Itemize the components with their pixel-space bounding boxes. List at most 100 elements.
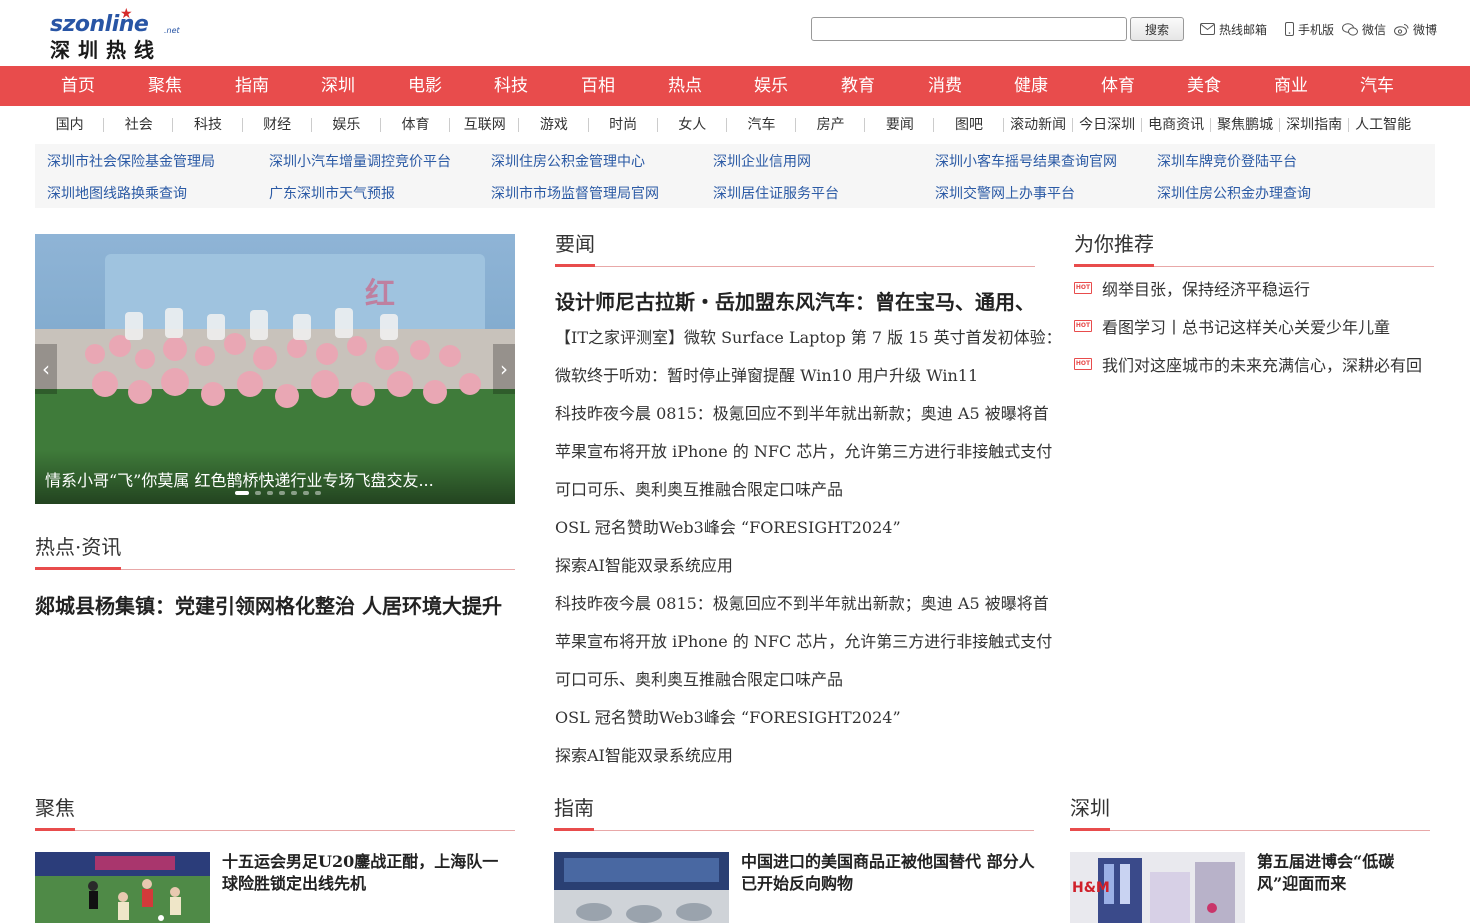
- nav-item-13[interactable]: 美食: [1187, 66, 1221, 106]
- hot-headline[interactable]: 郯城县杨集镇：党建引领网格化整治 人居环境大提升: [35, 590, 515, 619]
- news-section-title: 要闻: [555, 233, 595, 267]
- news-item[interactable]: 微软终于听劝：暂时停止弹窗提醒 Win10 用户升级 Win11: [555, 362, 978, 386]
- subnav-item-19[interactable]: 人工智能: [1349, 110, 1418, 140]
- subnav-item-2[interactable]: 科技: [173, 110, 243, 140]
- quick-link[interactable]: 深圳市市场监督管理局官网: [491, 183, 659, 203]
- focus-section-header: 聚焦: [35, 797, 515, 831]
- quick-link[interactable]: 深圳居住证服务平台: [713, 183, 839, 203]
- subnav-item-9[interactable]: 女人: [658, 110, 728, 140]
- quick-link[interactable]: 深圳交警网上办事平台: [935, 183, 1075, 203]
- slider-caption[interactable]: 情系小哥“飞”你莫属 红色鹊桥快递行业专场飞盘交友...: [45, 467, 434, 491]
- nav-item-14[interactable]: 商业: [1274, 66, 1308, 106]
- hot-section-title: 热点·资讯: [35, 536, 122, 570]
- focus-card-image[interactable]: [35, 852, 210, 923]
- nav-item-3[interactable]: 深圳: [321, 66, 355, 106]
- quick-link[interactable]: 深圳住房公积金办理查询: [1157, 183, 1311, 203]
- news-item[interactable]: OSL 冠名赞助Web3峰会 “FORESIGHT2024”: [555, 704, 901, 728]
- slider-prev-button[interactable]: ‹: [35, 344, 57, 394]
- slider-dot[interactable]: [255, 491, 261, 495]
- search-input[interactable]: [811, 17, 1127, 41]
- news-item[interactable]: 苹果宣布将开放 iPhone 的 NFC 芯片，允许第三方进行非接触式支付: [555, 628, 1052, 652]
- slider-dot[interactable]: [235, 491, 249, 495]
- shenzhen-card-image[interactable]: H&M: [1070, 852, 1245, 923]
- subnav-item-7[interactable]: 游戏: [519, 110, 589, 140]
- slider-next-button[interactable]: ›: [493, 344, 515, 394]
- nav-item-7[interactable]: 热点: [668, 66, 702, 106]
- quick-link[interactable]: 深圳车牌竞价登陆平台: [1157, 151, 1297, 171]
- mail-link-label: 热线邮箱: [1219, 22, 1268, 37]
- subnav-item-8[interactable]: 时尚: [589, 110, 658, 140]
- recommend-item[interactable]: HOT 我们对这座城市的未来充满信心，深耕必有回: [1074, 352, 1422, 376]
- subnav-item-14[interactable]: 滚动新闻: [1004, 110, 1073, 140]
- top-links: 热线邮箱 手机版 微信 微博: [1200, 20, 1445, 38]
- slider-dot[interactable]: [279, 491, 285, 495]
- weibo-link[interactable]: 微博: [1394, 21, 1437, 38]
- subnav-item-15[interactable]: 今日深圳: [1073, 110, 1142, 140]
- mail-link[interactable]: 热线邮箱: [1200, 21, 1267, 38]
- quick-link[interactable]: 深圳小汽车增量调控竞价平台: [269, 151, 451, 171]
- news-item[interactable]: 可口可乐、奥利奥互推融合限定口味产品: [555, 666, 843, 690]
- slider-dot[interactable]: [267, 491, 273, 495]
- wechat-link[interactable]: 微信: [1342, 21, 1386, 38]
- mobile-link[interactable]: 手机版: [1285, 21, 1334, 38]
- subnav-item-11[interactable]: 房产: [796, 110, 866, 140]
- recommend-item[interactable]: HOT 看图学习丨总书记这样关心关爱少年儿童: [1074, 314, 1390, 338]
- site-logo[interactable]: ★ szonline .net 深圳热线: [48, 6, 183, 62]
- nav-item-6[interactable]: 百相: [581, 66, 615, 106]
- subnav-item-16[interactable]: 电商资讯: [1142, 110, 1211, 140]
- quick-link[interactable]: 深圳地图线路换乘查询: [47, 183, 187, 203]
- nav-item-15[interactable]: 汽车: [1360, 66, 1394, 106]
- subnav-item-6[interactable]: 互联网: [450, 110, 520, 140]
- news-item[interactable]: OSL 冠名赞助Web3峰会 “FORESIGHT2024”: [555, 514, 901, 538]
- news-item[interactable]: 苹果宣布将开放 iPhone 的 NFC 芯片，允许第三方进行非接触式支付: [555, 438, 1052, 462]
- slider-dot[interactable]: [315, 491, 321, 495]
- subnav-item-3[interactable]: 财经: [243, 110, 312, 140]
- subnav-item-13[interactable]: 图吧: [934, 110, 1004, 140]
- slider-dots: [235, 491, 327, 495]
- quick-link[interactable]: 深圳企业信用网: [713, 151, 811, 171]
- quick-link[interactable]: 深圳市社会保险基金管理局: [47, 151, 215, 171]
- subnav-item-0[interactable]: 国内: [35, 110, 105, 140]
- news-item[interactable]: 科技昨夜今晨 0815：极氪回应不到半年就出新款；奥迪 A5 被曝将首: [555, 400, 1049, 424]
- nav-item-0[interactable]: 首页: [61, 66, 95, 106]
- nav-item-1[interactable]: 聚焦: [148, 66, 182, 106]
- recommend-section-header: 为你推荐: [1074, 233, 1434, 267]
- nav-item-8[interactable]: 娱乐: [754, 66, 788, 106]
- quick-link[interactable]: 广东深圳市天气预报: [269, 183, 395, 203]
- nav-item-2[interactable]: 指南: [235, 66, 269, 106]
- news-item[interactable]: 探索AI智能双录系统应用: [555, 552, 733, 576]
- nav-item-4[interactable]: 电影: [408, 66, 442, 106]
- guide-card-title[interactable]: 中国进口的美国商品正被他国替代 部分人已开始反向购物: [741, 851, 1036, 895]
- nav-item-5[interactable]: 科技: [494, 66, 528, 106]
- recommend-item[interactable]: HOT 纲举目张，保持经济平稳运行: [1074, 276, 1310, 300]
- quick-link[interactable]: 深圳小客车摇号结果查询官网: [935, 151, 1117, 171]
- nav-item-10[interactable]: 消费: [928, 66, 962, 106]
- slider-dot[interactable]: [303, 491, 309, 495]
- hot-badge-icon: HOT: [1074, 358, 1092, 370]
- subnav-item-4[interactable]: 娱乐: [312, 110, 382, 140]
- subnav-item-5[interactable]: 体育: [381, 110, 451, 140]
- news-item[interactable]: 可口可乐、奥利奥互推融合限定口味产品: [555, 476, 843, 500]
- hot-badge-icon: HOT: [1074, 282, 1092, 294]
- subnav-item-18[interactable]: 深圳指南: [1280, 110, 1349, 140]
- nav-item-12[interactable]: 体育: [1101, 66, 1135, 106]
- guide-card-image[interactable]: [554, 852, 729, 923]
- subnav-item-12[interactable]: 要闻: [865, 110, 935, 140]
- subnav-item-17[interactable]: 聚焦鹏城: [1211, 110, 1280, 140]
- nav-item-9[interactable]: 教育: [841, 66, 875, 106]
- news-item[interactable]: 【IT之家评测室】微软 Surface Laptop 第 7 版 15 英寸首发…: [555, 324, 1062, 348]
- shenzhen-card-title[interactable]: 第五届进博会“低碳风”迎面而来: [1257, 851, 1432, 895]
- subnav-item-1[interactable]: 社会: [104, 110, 174, 140]
- shenzhen-section-header: 深圳: [1070, 797, 1430, 831]
- subnav-item-10[interactable]: 汽车: [727, 110, 797, 140]
- search-button[interactable]: 搜索: [1130, 17, 1184, 41]
- nav-item-11[interactable]: 健康: [1014, 66, 1048, 106]
- weibo-icon: [1394, 23, 1409, 36]
- news-item[interactable]: 探索AI智能双录系统应用: [555, 742, 733, 766]
- news-headline[interactable]: 设计师尼古拉斯・岳加盟东风汽车：曾在宝马、通用、: [555, 286, 1035, 315]
- news-item[interactable]: 科技昨夜今晨 0815：极氪回应不到半年就出新款；奥迪 A5 被曝将首: [555, 590, 1049, 614]
- focus-card-title[interactable]: 十五运会男足U20鏖战正酣，上海队一球险胜锁定出线先机: [222, 851, 512, 895]
- slider-dot[interactable]: [291, 491, 297, 495]
- image-slider[interactable]: 红 ‹ › 情系小哥“飞”你莫属 红色鹊桥快递行业专场飞盘交友...: [35, 234, 515, 504]
- quick-link[interactable]: 深圳住房公积金管理中心: [491, 151, 645, 171]
